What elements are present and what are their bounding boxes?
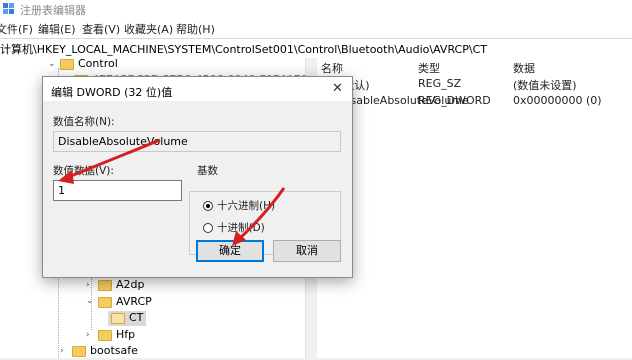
annotation-arrow [58, 138, 161, 184]
annotation-arrow [232, 187, 286, 246]
annotation-arrows [58, 138, 286, 246]
